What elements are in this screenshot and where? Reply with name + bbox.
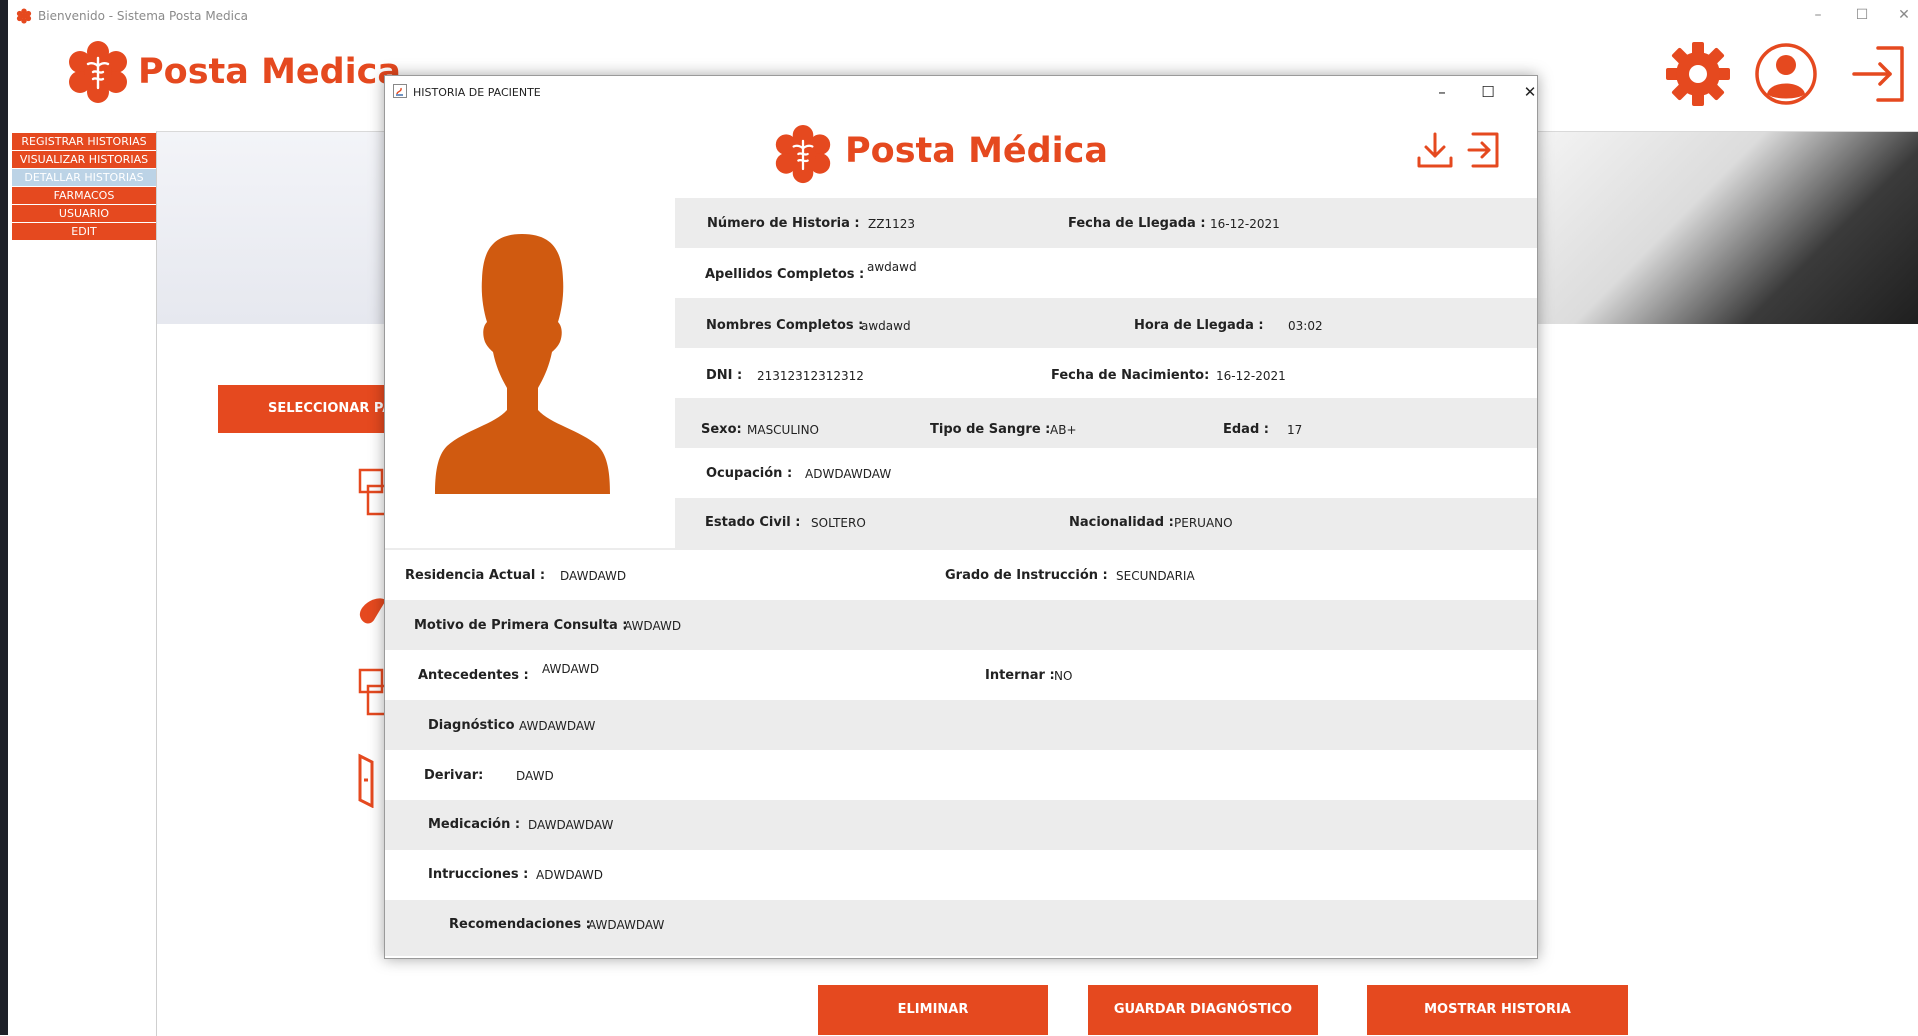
value-derivar: DAWD [516, 769, 554, 783]
value-sexo: MASCULINO [747, 423, 819, 437]
label-hora-llegada: Hora de Llegada : [1134, 318, 1264, 333]
export-icon[interactable] [1463, 130, 1503, 170]
save-diagnosis-button[interactable]: GUARDAR DIAGNÓSTICO [1088, 985, 1318, 1035]
menu-item-detallar-historias[interactable]: DETALLAR HISTORIAS [12, 169, 156, 186]
row-derivar: Derivar: DAWD [385, 750, 1537, 800]
dialog-brand-title: Posta Médica [845, 131, 1109, 171]
value-nacionalidad: PERUANO [1174, 516, 1233, 530]
value-apellidos: awdawd [867, 260, 917, 274]
label-recomendaciones: Recomendaciones : [449, 917, 591, 932]
label-derivar: Derivar: [424, 768, 484, 783]
row-nombres: Nombres Completos : awdawd Hora de Llega… [675, 298, 1537, 348]
menu-item-farmacos[interactable]: FARMACOS [12, 187, 156, 204]
row-recomendaciones: Recomendaciones : AWDAWDAW [385, 900, 1537, 956]
value-estado-civil: SOLTERO [811, 516, 866, 530]
dialog-title: HISTORIA DE PACIENTE [413, 86, 541, 99]
menu-item-registrar-historias[interactable]: REGISTRAR HISTORIAS [12, 133, 156, 150]
value-antecedentes: AWDAWD [542, 662, 600, 676]
label-numero-historia: Número de Historia : [707, 216, 860, 231]
menu-item-usuario[interactable]: USUARIO [12, 205, 156, 222]
dialog-close-button[interactable]: ✕ [1509, 80, 1551, 104]
label-diagnostico: Diagnóstico [428, 718, 515, 733]
label-tipo-sangre: Tipo de Sangre : [930, 422, 1051, 437]
label-antecedentes: Antecedentes : [418, 668, 529, 683]
label-motivo: Motivo de Primera Consulta : [414, 618, 628, 633]
value-diagnostico: AWDAWDAW [519, 719, 596, 733]
medical-flower-logo-icon [69, 41, 127, 103]
user-profile-icon[interactable] [1752, 40, 1820, 108]
medical-flower-logo-icon [775, 124, 831, 184]
minimize-button[interactable]: – [1802, 4, 1834, 26]
label-estado-civil: Estado Civil : [705, 515, 801, 530]
label-edad: Edad : [1223, 422, 1269, 437]
dialog-maximize-button[interactable]: ☐ [1467, 80, 1509, 104]
maximize-button[interactable]: ☐ [1846, 4, 1878, 26]
row-motivo: Motivo de Primera Consulta : AWDAWD [385, 600, 1537, 650]
app-flower-icon [16, 8, 32, 24]
label-dni: DNI : [706, 368, 743, 383]
label-fecha-llegada: Fecha de Llegada : [1068, 216, 1206, 231]
logout-icon[interactable] [1848, 40, 1916, 108]
label-residencia: Residencia Actual : [405, 568, 546, 583]
row-dni: DNI : 21312312312312 Fecha de Nacimiento… [675, 348, 1537, 398]
label-grado: Grado de Instrucción : [945, 568, 1108, 583]
desktop-edge [0, 0, 8, 1035]
value-grado: SECUNDARIA [1116, 569, 1195, 583]
row-estado-civil: Estado Civil : SOLTERO Nacionalidad : PE… [675, 498, 1537, 548]
label-medicacion: Medicación : [428, 817, 521, 832]
value-numero-historia: ZZ1123 [868, 217, 915, 231]
value-edad: 17 [1287, 423, 1303, 437]
label-ocupacion: Ocupación : [706, 466, 793, 481]
value-ocupacion: ADWDAWDAW [805, 467, 892, 481]
brand-title: Posta Medica [138, 52, 402, 92]
value-medicacion: DAWDAWDAW [528, 818, 614, 832]
delete-button[interactable]: ELIMINAR [818, 985, 1048, 1035]
show-history-button[interactable]: MOSTRAR HISTORIA [1367, 985, 1628, 1035]
label-intrucciones: Intrucciones : [428, 867, 529, 882]
label-sexo: Sexo: [701, 422, 742, 437]
select-patient-button[interactable]: SELECCIONAR PA [218, 385, 402, 433]
row-residencia: Residencia Actual : DAWDAWD Grado de Ins… [385, 550, 1537, 600]
label-nombres: Nombres Completos : [706, 318, 864, 333]
row-antecedentes: Antecedentes : AWDAWD Internar : NO [385, 650, 1537, 700]
value-motivo: AWDAWD [624, 619, 682, 633]
row-medicacion: Medicación : DAWDAWDAW [385, 800, 1537, 850]
window-title: Bienvenido - Sistema Posta Medica [38, 9, 248, 23]
banner-photo [1534, 132, 1918, 324]
close-button[interactable]: ✕ [1888, 4, 1918, 26]
value-residencia: DAWDAWD [560, 569, 627, 583]
value-intrucciones: ADWDAWD [536, 868, 604, 882]
row-ocupacion: Ocupación : ADWDAWDAW [675, 448, 1537, 498]
row-sexo: Sexo: MASCULINO Tipo de Sangre : AB+ Eda… [675, 398, 1537, 448]
patient-history-dialog: HISTORIA DE PACIENTE – ☐ ✕ Posta Médica [384, 75, 1538, 959]
value-nombres: awdawd [861, 319, 911, 333]
row-intrucciones: Intrucciones : ADWDAWD [385, 850, 1537, 900]
label-fecha-nacimiento: Fecha de Nacimiento: [1051, 368, 1210, 383]
dialog-titlebar[interactable] [385, 76, 1537, 108]
dialog-minimize-button[interactable]: – [1421, 80, 1463, 104]
row-apellidos: Apellidos Completos : awdawd [675, 248, 1537, 298]
menu-item-edit[interactable]: EDIT [12, 223, 156, 240]
value-dni: 21312312312312 [757, 369, 864, 383]
label-internar: Internar : [985, 668, 1055, 683]
value-fecha-llegada: 16-12-2021 [1210, 217, 1280, 231]
main-titlebar[interactable] [8, 0, 1918, 30]
value-internar: NO [1054, 669, 1073, 683]
java-app-icon [393, 84, 407, 98]
patient-avatar-silhouette [435, 234, 610, 494]
value-fecha-nacimiento: 16-12-2021 [1216, 369, 1286, 383]
menu-item-visualizar-historias[interactable]: VISUALIZAR HISTORIAS [12, 151, 156, 168]
row-numero-historia: Número de Historia : ZZ1123 Fecha de Lle… [675, 198, 1537, 248]
row-diagnostico: Diagnóstico AWDAWDAW [385, 700, 1537, 750]
download-icon[interactable] [1415, 130, 1455, 170]
gear-icon[interactable] [1664, 40, 1732, 108]
label-apellidos: Apellidos Completos : [705, 267, 865, 282]
value-hora-llegada: 03:02 [1288, 319, 1323, 333]
value-tipo-sangre: AB+ [1050, 423, 1077, 437]
sidebar-menu: REGISTRAR HISTORIAS VISUALIZAR HISTORIAS… [12, 133, 156, 241]
label-nacionalidad: Nacionalidad : [1069, 515, 1174, 530]
value-recomendaciones: AWDAWDAW [588, 918, 665, 932]
